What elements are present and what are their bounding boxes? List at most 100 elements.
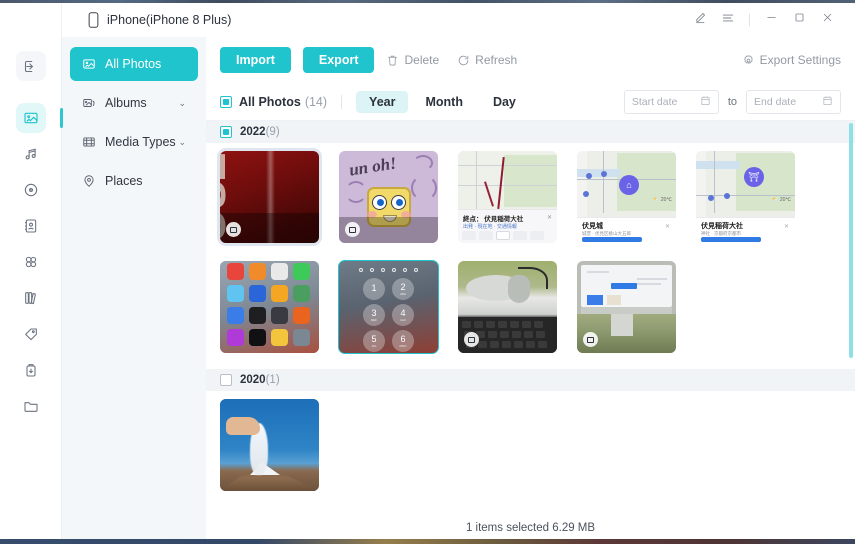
group-checkbox[interactable]	[220, 374, 232, 386]
select-all-photos[interactable]: All Photos (14)	[220, 95, 327, 109]
photo-iphone-passcode-keypad-screenshot[interactable]: 1 2ABC 3DEF 4GHI 5JKL 6MNO 7PQRS 8TUV 9W…	[338, 260, 439, 354]
import-button[interactable]: Import	[220, 47, 291, 73]
tab-year[interactable]: Year	[356, 90, 409, 113]
photo-map-route-fushimi-inari[interactable]: 終点： 伏見稲荷大社 出発 · 現在地 · 交通情報 ✕	[458, 151, 557, 243]
folder-icon	[23, 398, 39, 414]
refresh-button[interactable]: Refresh	[457, 53, 517, 67]
live-photo-badge-icon	[345, 222, 360, 237]
sidebar-item-places[interactable]: Places	[70, 164, 198, 198]
group-year: 2022	[240, 126, 266, 138]
photo-nescafe-sign-video[interactable]: ESCAF	[220, 151, 319, 243]
start-date-input[interactable]: Start date	[623, 89, 719, 114]
vertical-scrollbar[interactable]	[849, 123, 853, 358]
map-pin-icon: ⛩	[744, 167, 764, 187]
sidebar-item-media-types[interactable]: Media Types ⌄	[70, 125, 198, 159]
chevron-down-icon[interactable]: ⌄	[178, 98, 186, 109]
rail-item-music[interactable]	[16, 139, 46, 169]
map-title: 終点： 伏見稲荷大社	[463, 216, 524, 223]
desktop-bottom-strip	[0, 539, 855, 544]
thumbnail-image: ⌂ ⛅ 20℃ 伏見城 城堡 · 伏見区桃山大五郎 ✕	[577, 151, 676, 243]
gear-icon	[742, 54, 755, 67]
rail-item-videos[interactable]	[16, 175, 46, 205]
export-settings-label: Export Settings	[759, 53, 841, 67]
photo-grid-2020	[206, 391, 855, 491]
sidebar-item-label: All Photos	[105, 57, 162, 71]
keypad-key: 1	[363, 278, 385, 300]
thumbnail-image: 終点： 伏見稲荷大社 出発 · 現在地 · 交通情報 ✕	[458, 151, 557, 243]
close-icon	[821, 11, 834, 29]
start-date-placeholder: Start date	[631, 95, 678, 108]
end-date-placeholder: End date	[754, 95, 797, 108]
minimize-icon	[765, 11, 778, 29]
photo-iphone-springboard-screenshot[interactable]	[220, 261, 319, 353]
toolbar-right: Export Settings	[742, 53, 841, 67]
delete-button[interactable]: Delete	[386, 53, 439, 67]
edit-button[interactable]	[686, 7, 714, 33]
group-year: 2020	[240, 374, 266, 386]
export-settings-button[interactable]: Export Settings	[742, 53, 841, 67]
media-types-icon	[80, 135, 97, 149]
thumb-text: un oh!	[347, 153, 398, 180]
books-icon	[23, 290, 39, 306]
rail-item-photos[interactable]	[15, 103, 63, 133]
thumbnail-image	[220, 399, 319, 491]
all-photos-label: All Photos	[239, 94, 301, 109]
map-pin-icon: ⌂	[619, 175, 639, 195]
menu-button[interactable]	[714, 7, 742, 33]
refresh-label: Refresh	[475, 53, 518, 67]
sidebar-item-albums[interactable]: Albums ⌄	[70, 86, 198, 120]
tab-day[interactable]: Day	[480, 91, 529, 113]
tag-icon	[23, 326, 39, 342]
photo-scroll-region[interactable]: 2022 (9) ESCAF un oh! 終点： 伏見稲荷大社 出発 · 現在…	[206, 121, 855, 521]
photo-desk-mouse-keyboard-video[interactable]	[458, 261, 557, 353]
end-date-input[interactable]: End date	[746, 89, 841, 114]
keypad-key: 5 JKL	[363, 330, 385, 352]
photo-map-fushimi-castle[interactable]: ⌂ ⛅ 20℃ 伏見城 城堡 · 伏見区桃山大五郎 ✕	[577, 151, 676, 243]
sidebar-item-label: Places	[105, 174, 143, 188]
device-title: iPhone(iPhone 8 Plus)	[88, 12, 231, 28]
rail-item-tags[interactable]	[16, 319, 46, 349]
rail-item-contacts[interactable]	[16, 211, 46, 241]
sidebar-item-label: Media Types	[105, 135, 176, 149]
group-header-2020[interactable]: 2020 (1)	[206, 369, 855, 391]
rail-item-backup[interactable]	[16, 355, 46, 385]
location-pin-icon	[80, 174, 97, 188]
rail-item-logout[interactable]	[15, 51, 46, 81]
thumbnail-image: ⛩ ⛅ 20℃ 伏見稲荷大社 神社 · 京都府京都市 ✕	[696, 151, 795, 243]
menu-lines-icon	[721, 11, 735, 30]
rail-item-apps[interactable]	[16, 247, 46, 277]
content-area: Import Export Delete Refresh Export Sett…	[206, 37, 855, 521]
photo-monitor-desk-video[interactable]	[577, 261, 676, 353]
keypad-key: 3 DEF	[363, 304, 385, 326]
backup-icon	[23, 362, 39, 378]
thumbnail-image: 1 2ABC 3DEF 4GHI 5JKL 6MNO 7PQRS 8TUV 9W…	[339, 261, 438, 353]
device-title-text: iPhone(iPhone 8 Plus)	[107, 13, 232, 27]
close-icon: ✕	[546, 215, 552, 221]
map-subtitle: 出発 · 現在地 · 交通情報	[463, 224, 517, 230]
close-button[interactable]	[813, 7, 841, 33]
live-photo-badge-icon	[583, 332, 598, 347]
icon-rail	[0, 3, 63, 539]
select-all-checkbox[interactable]	[220, 95, 232, 108]
minimize-button[interactable]	[757, 7, 785, 33]
music-note-icon	[23, 146, 39, 162]
rail-item-files[interactable]	[16, 391, 46, 421]
photo-hand-pouring-salt-mountain[interactable]	[220, 399, 319, 491]
photo-spongebob-unoh-video[interactable]: un oh!	[339, 151, 438, 243]
sidebar-item-all-photos[interactable]: All Photos	[70, 47, 198, 81]
delete-label: Delete	[404, 53, 440, 67]
export-button[interactable]: Export	[302, 47, 375, 73]
live-photo-badge-icon	[226, 222, 241, 237]
group-checkbox[interactable]	[220, 126, 232, 138]
date-range-filter: Start date to End date	[623, 89, 841, 114]
map-title: 伏見稲荷大社	[701, 223, 743, 230]
rail-item-books[interactable]	[16, 283, 46, 313]
filter-bar: All Photos (14) Year Month Day Start dat…	[206, 83, 855, 121]
contact-card-icon	[23, 218, 39, 234]
maximize-button[interactable]	[785, 7, 813, 33]
chevron-down-icon[interactable]: ⌄	[178, 137, 186, 148]
group-header-2022[interactable]: 2022 (9)	[206, 121, 855, 143]
photo-map-fushimi-inari-taisha[interactable]: ⛩ ⛅ 20℃ 伏見稲荷大社 神社 · 京都府京都市 ✕	[696, 151, 795, 243]
status-text: 1 items selected 6.29 MB	[465, 522, 596, 534]
tab-month[interactable]: Month	[412, 91, 475, 113]
